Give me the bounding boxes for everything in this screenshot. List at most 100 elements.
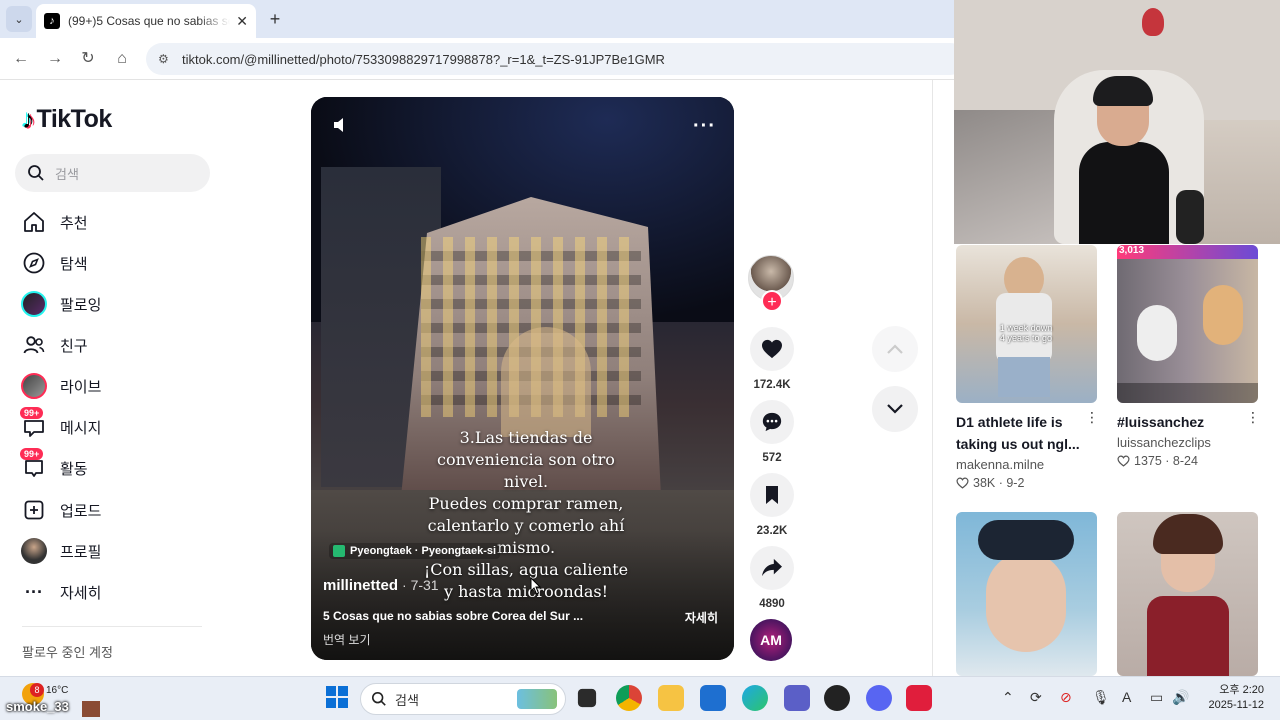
sidebar-item-upload[interactable]: 업로드 — [20, 493, 220, 527]
input-method-icon[interactable]: A — [1122, 689, 1131, 705]
video-thumbnail[interactable]: 3,013 — [1117, 245, 1258, 403]
mute-icon[interactable] — [331, 115, 351, 135]
stream-overlay-name: smoke_33 — [6, 699, 69, 714]
upload-icon — [20, 496, 48, 524]
card-title[interactable]: D1 athlete life is taking us out ngl... — [956, 411, 1084, 455]
tiktok-logo[interactable]: ♪ TikTok — [22, 104, 112, 135]
file-explorer-icon[interactable] — [658, 685, 684, 711]
weather-badge: 8 — [30, 683, 44, 697]
recommended-video-card[interactable] — [956, 512, 1097, 676]
card-date: 9-2 — [1006, 476, 1025, 490]
sidebar-item-more[interactable]: ··· 자세히 — [20, 575, 220, 609]
close-tab-icon[interactable]: ✕ — [236, 13, 248, 30]
start-button[interactable] — [326, 686, 348, 708]
volume-icon[interactable]: 🔊 — [1172, 689, 1189, 706]
sidebar-item-label: 탐색 — [60, 255, 88, 273]
previous-video-button[interactable] — [872, 326, 918, 372]
site-settings-icon[interactable]: ⚙ — [158, 52, 172, 66]
card-title[interactable]: #luissanchez — [1117, 411, 1245, 433]
logo-text: TikTok — [36, 105, 113, 133]
share-icon[interactable] — [750, 546, 794, 590]
streamer — [1079, 76, 1169, 244]
author-name: millinetted — [323, 577, 399, 594]
sidebar-item-messages[interactable]: 99+ 메시지 — [20, 407, 220, 444]
new-tab-button[interactable]: + — [264, 8, 286, 30]
back-icon[interactable]: ← — [10, 48, 32, 70]
music-disc[interactable]: AM — [750, 619, 792, 661]
share-action[interactable]: 4890 — [749, 546, 795, 610]
video-thumbnail[interactable]: 1 week down 4 years to go — [956, 245, 1097, 403]
comment-action[interactable]: 572 — [749, 400, 795, 464]
url-text: tiktok.com/@millinetted/photo/7533098829… — [182, 51, 665, 67]
bookmark-icon[interactable] — [750, 473, 794, 517]
card-date: 8-24 — [1172, 454, 1198, 468]
video-more-options-icon[interactable]: ··· — [693, 115, 716, 138]
location-text: Pyeongtaek · Pyeongtaek-si — [350, 545, 497, 557]
chevron-down-icon — [887, 404, 903, 414]
follow-button[interactable]: + — [761, 290, 783, 312]
card-options-icon[interactable]: ⋮ — [1085, 409, 1099, 426]
card-options-icon[interactable]: ⋮ — [1246, 409, 1260, 426]
sidebar-item-foryou[interactable]: 추천 — [20, 205, 220, 239]
task-view-icon[interactable] — [577, 688, 597, 708]
recommended-video-card[interactable]: 3,013 #luissanchez ⋮ luissanchezclips 13… — [1117, 245, 1260, 468]
card-author[interactable]: luissanchezclips — [1117, 435, 1258, 450]
microsoft-store-icon[interactable] — [700, 685, 726, 711]
video-overlay-text: 3.Las tiendas de conveniencia son otro n… — [423, 428, 629, 601]
search-input[interactable]: 검색 — [15, 154, 210, 192]
live-avatar — [20, 372, 48, 400]
video-thumbnail[interactable] — [956, 512, 1097, 676]
creator-avatar[interactable]: + — [748, 255, 794, 312]
taskbar-search[interactable]: 검색 — [360, 683, 566, 715]
sidebar-item-following[interactable]: 팔로잉 — [20, 287, 220, 321]
reload-icon[interactable]: ↻ — [77, 48, 99, 70]
address-bar[interactable]: ⚙ tiktok.com/@millinetted/photo/75330988… — [146, 43, 966, 75]
sidebar-item-friends[interactable]: 친구 — [20, 328, 220, 362]
microphone-icon[interactable]: 🎙 — [1092, 689, 1110, 706]
save-action[interactable]: 23.2K — [749, 473, 795, 537]
home-button-icon[interactable]: ⌂ — [111, 48, 133, 70]
discord-icon[interactable] — [866, 685, 892, 711]
panel-separator — [932, 80, 933, 676]
activity-icon: 99+ — [20, 448, 48, 482]
video-player[interactable]: ··· 3.Las tiendas de conveniencia son ot… — [311, 97, 734, 660]
translate-button[interactable]: 번역 보기 — [323, 631, 371, 648]
browser-tab[interactable]: ♪ (99+)5 Cosas que no sabias sobre Corea… — [36, 4, 256, 38]
sidebar-item-label: 메시지 — [60, 419, 102, 437]
card-author[interactable]: makenna.milne — [956, 457, 1097, 472]
sidebar-item-live[interactable]: 라이브 — [20, 369, 220, 403]
recommended-video-card[interactable]: 1 week down 4 years to go D1 athlete lif… — [956, 245, 1099, 490]
sidebar-item-label: 추천 — [60, 214, 88, 232]
clock-date: 2025-11-12 — [1208, 699, 1264, 711]
sync-icon[interactable]: ⟳ — [1030, 689, 1042, 706]
network-icon[interactable]: ▭ — [1150, 689, 1163, 706]
tab-search-button[interactable]: ⌄ — [6, 6, 32, 32]
edge-icon[interactable] — [742, 685, 768, 711]
recording-app-icon[interactable] — [906, 685, 932, 711]
obs-icon[interactable] — [824, 685, 850, 711]
description-more-button[interactable]: 자세히 — [685, 609, 718, 626]
chrome-icon[interactable] — [616, 685, 642, 711]
friends-icon — [20, 331, 48, 359]
tray-overflow-icon[interactable]: ⌃ — [1002, 689, 1014, 706]
video-thumbnail[interactable] — [1117, 512, 1258, 676]
weather-temperature: 16°C — [46, 685, 69, 696]
like-action[interactable]: 172.4K — [749, 327, 795, 391]
sidebar-item-explore[interactable]: 탐색 — [20, 246, 220, 280]
sidebar-item-activity[interactable]: 99+ 활동 — [20, 448, 220, 485]
recommended-video-card[interactable] — [1117, 512, 1258, 676]
video-author[interactable]: millinetted · 7-31 — [323, 577, 439, 594]
location-tag[interactable]: Pyeongtaek · Pyeongtaek-si — [329, 543, 501, 559]
teams-icon[interactable] — [784, 685, 810, 711]
heart-outline-icon — [956, 477, 969, 489]
post-date: · 7-31 — [402, 577, 439, 593]
sidebar-item-profile[interactable]: 프로필 — [20, 534, 220, 568]
forward-icon[interactable]: → — [44, 48, 66, 70]
comment-icon[interactable] — [750, 400, 794, 444]
sidebar-item-label: 활동 — [60, 460, 88, 478]
sidebar-item-label: 팔로잉 — [60, 296, 102, 314]
security-icon[interactable]: ⊘ — [1060, 689, 1072, 706]
system-clock[interactable]: 오후 2:20 2025-11-12 — [1200, 683, 1264, 713]
next-video-button[interactable] — [872, 386, 918, 432]
heart-icon[interactable] — [750, 327, 794, 371]
